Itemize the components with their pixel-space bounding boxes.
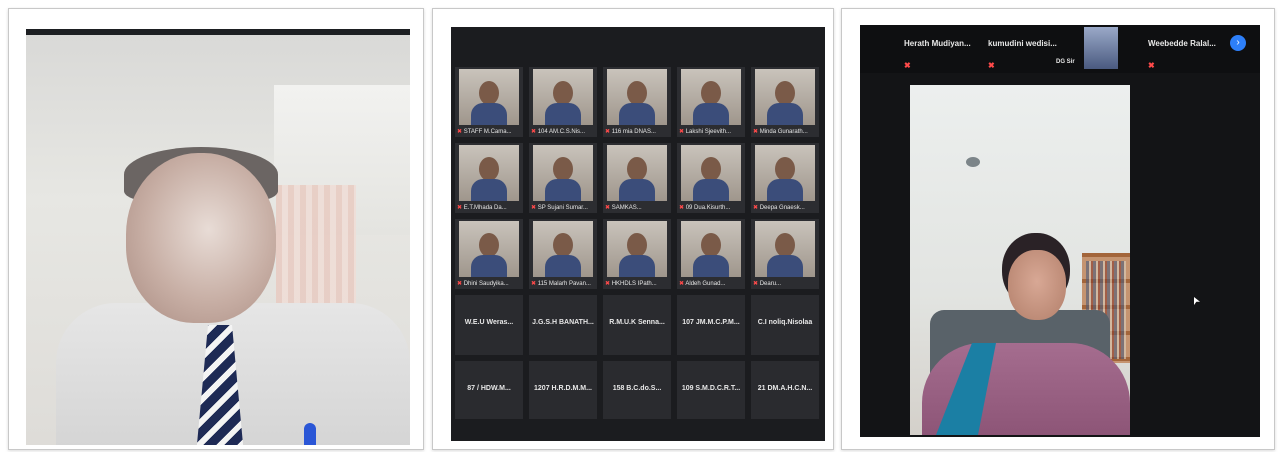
- muted-mic-icon: ✖: [679, 281, 685, 287]
- muted-mic-icon: ✖: [1148, 61, 1155, 70]
- speaker-face: [126, 153, 276, 323]
- participant-tile[interactable]: ✖ Dhini Saudyika...: [455, 219, 523, 289]
- participant-name: ✖ Lakshi Sjeevith...: [679, 129, 732, 135]
- video-screenshot-1: [8, 8, 424, 450]
- participant-tile[interactable]: ✖ 116 mia DNAS...: [603, 67, 671, 137]
- participant-tile-no-video[interactable]: 107 JM.M.C.P.M...: [677, 295, 745, 355]
- participant-tile-no-video[interactable]: J.G.S.H BANATH...: [529, 295, 597, 355]
- mouse-cursor-icon: [1194, 297, 1200, 305]
- participant-name: ✖ 116 mia DNAS...: [605, 129, 656, 135]
- participant-name: ✖ SAMKAS...: [605, 205, 642, 211]
- participant-name: ✖ STAFF M.Cama...: [457, 129, 512, 135]
- muted-mic-icon: ✖: [531, 129, 537, 135]
- participant-name: ✖ Deepa Gnaesk...: [753, 205, 805, 211]
- strip-participant-video[interactable]: [1084, 27, 1118, 69]
- participant-tile[interactable]: ✖ 09 Dua.Kisurth...: [677, 143, 745, 213]
- muted-mic-icon: ✖: [605, 129, 611, 135]
- blue-pen: [304, 423, 316, 445]
- muted-mic-icon: ✖: [753, 129, 759, 135]
- strip-participant-name[interactable]: Herath Mudiyan...: [904, 39, 971, 48]
- participant-tile-no-video[interactable]: 1207 H.R.D.M.M...: [529, 361, 597, 419]
- participant-tile[interactable]: ✖ HKHDLS IPath...: [603, 219, 671, 289]
- muted-mic-icon: ✖: [457, 129, 463, 135]
- participant-tile[interactable]: ✖ STAFF M.Cama...: [455, 67, 523, 137]
- participant-name: ✖ E.T.Mhada Da...: [457, 205, 507, 211]
- muted-mic-icon: ✖: [753, 205, 759, 211]
- next-page-button[interactable]: ›: [1230, 35, 1246, 51]
- ceiling-light: [966, 157, 980, 167]
- strip-participant-name[interactable]: kumudini wedisi...: [988, 39, 1057, 48]
- participant-tile[interactable]: ✖ E.T.Mhada Da...: [455, 143, 523, 213]
- participant-tile-no-video[interactable]: 21 DM.A.H.C.N...: [751, 361, 819, 419]
- participant-tile[interactable]: ✖ Lakshi Sjeevith...: [677, 67, 745, 137]
- muted-mic-icon: ✖: [605, 205, 611, 211]
- speaker-view: Herath Mudiyan... ✖ kumudini wedisi... ✖…: [860, 25, 1260, 437]
- video-screenshot-3: Herath Mudiyan... ✖ kumudini wedisi... ✖…: [841, 8, 1275, 450]
- muted-mic-icon: ✖: [988, 61, 995, 70]
- participant-tile[interactable]: ✖ Minda Gunarath...: [751, 67, 819, 137]
- participant-name: ✖ 115 Malarh Pavan...: [531, 281, 591, 287]
- strip-participant-name[interactable]: DG Sir: [1056, 59, 1075, 65]
- gallery-view: ✖ STAFF M.Cama... ✖ 104 AM.C.S.Nis... ✖ …: [451, 27, 825, 441]
- participant-tile-no-video[interactable]: R.M.U.K Senna...: [603, 295, 671, 355]
- participant-tile[interactable]: ✖ SAMKAS...: [603, 143, 671, 213]
- participant-name: ✖ SP Sujani Sumar...: [531, 205, 588, 211]
- muted-mic-icon: ✖: [457, 281, 463, 287]
- participant-name: ✖ HKHDLS IPath...: [605, 281, 657, 287]
- video-screenshot-2: ✖ STAFF M.Cama... ✖ 104 AM.C.S.Nis... ✖ …: [432, 8, 834, 450]
- muted-mic-icon: ✖: [679, 129, 685, 135]
- speaker-video-1: [26, 29, 410, 445]
- participant-tile-no-video[interactable]: 87 / HDW.M...: [455, 361, 523, 419]
- participant-name: ✖ 104 AM.C.S.Nis...: [531, 129, 586, 135]
- muted-mic-icon: ✖: [753, 281, 759, 287]
- participant-tile[interactable]: ✖ 104 AM.C.S.Nis...: [529, 67, 597, 137]
- muted-mic-icon: ✖: [531, 281, 537, 287]
- participant-name: ✖ Dhini Saudyika...: [457, 281, 509, 287]
- muted-mic-icon: ✖: [679, 205, 685, 211]
- muted-mic-icon: ✖: [457, 205, 463, 211]
- participant-name: ✖ Minda Gunarath...: [753, 129, 808, 135]
- participant-name: ✖ Aldeh Gunad...: [679, 281, 726, 287]
- participant-tile-no-video[interactable]: 109 S.M.D.C.R.T...: [677, 361, 745, 419]
- curtain: [276, 185, 356, 305]
- muted-mic-icon: ✖: [531, 205, 537, 211]
- participant-name: ✖ 09 Dua.Kisurth...: [679, 205, 731, 211]
- participant-tile[interactable]: ✖ Dearu...: [751, 219, 819, 289]
- participant-tile[interactable]: ✖ Deepa Gnaesk...: [751, 143, 819, 213]
- active-speaker-video: [910, 85, 1130, 435]
- strip-participant-name[interactable]: Weebedde Ralal...: [1148, 39, 1216, 48]
- muted-mic-icon: ✖: [904, 61, 911, 70]
- speaker-face: [1008, 250, 1066, 320]
- participant-tile[interactable]: ✖ Aldeh Gunad...: [677, 219, 745, 289]
- participant-tile[interactable]: ✖ 115 Malarh Pavan...: [529, 219, 597, 289]
- participant-tile-no-video[interactable]: C.I noliq.Nisolaa: [751, 295, 819, 355]
- participant-tile-no-video[interactable]: W.E.U Weras...: [455, 295, 523, 355]
- participant-tile-no-video[interactable]: 158 B.C.do.S...: [603, 361, 671, 419]
- participant-name: ✖ Dearu...: [753, 281, 782, 287]
- participant-tile[interactable]: ✖ SP Sujani Sumar...: [529, 143, 597, 213]
- participant-strip: Herath Mudiyan... ✖ kumudini wedisi... ✖…: [860, 25, 1260, 73]
- muted-mic-icon: ✖: [605, 281, 611, 287]
